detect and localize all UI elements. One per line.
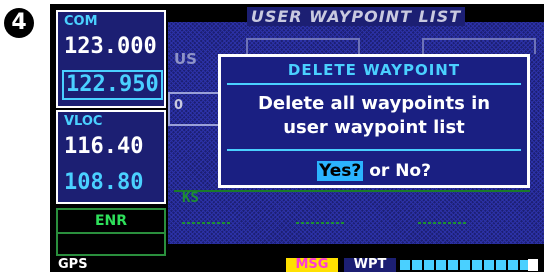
bg-field-frame — [246, 38, 360, 54]
com-label: COM — [64, 14, 98, 29]
list-empty-dash — [182, 222, 230, 224]
vloc-standby-frequency[interactable]: 108.80 — [64, 170, 143, 195]
status-bar: GPS MSG WPT — [50, 258, 544, 272]
com-active-frequency: 123.000 — [64, 34, 157, 59]
dialog-divider — [227, 149, 521, 151]
bg-field-frame — [422, 38, 536, 54]
msg-annunciator: MSG — [286, 258, 338, 272]
yes-button[interactable]: Yes? — [317, 161, 364, 181]
vloc-panel[interactable]: VLOC 116.40 108.80 — [56, 110, 166, 204]
vloc-label: VLOC — [64, 114, 103, 129]
dialog-actions: Yes? or No? — [221, 161, 527, 181]
gps-screen: USER WAYPOINT LIST US 0 KS COM 123.000 1… — [50, 4, 544, 272]
vloc-active-frequency: 116.40 — [64, 134, 144, 159]
page-position-indicator — [400, 260, 536, 270]
list-empty-dash — [418, 222, 466, 224]
no-button[interactable]: No? — [395, 161, 431, 181]
list-divider — [174, 190, 530, 192]
dialog-title: DELETE WAYPOINT — [287, 61, 461, 79]
annunciator-box — [56, 234, 166, 256]
delete-waypoint-dialog: DELETE WAYPOINT Delete all waypoints in … — [218, 54, 530, 188]
dialog-divider — [227, 83, 521, 85]
bg-label-fragment: US — [174, 50, 197, 68]
step-number-badge: 4 — [4, 8, 34, 38]
current-page-marker — [528, 259, 538, 271]
list-empty-dash — [296, 222, 344, 224]
com-standby-frequency[interactable]: 122.950 — [62, 70, 163, 100]
com-panel[interactable]: COM 123.000 122.950 — [56, 10, 166, 108]
bg-label-fragment: 0 — [174, 98, 184, 113]
enr-mode-indicator: ENR — [56, 208, 166, 234]
page-title: USER WAYPOINT LIST — [168, 7, 544, 26]
bg-list-fragment: KS — [182, 190, 199, 206]
wpt-page-group: WPT — [344, 258, 396, 272]
dialog-message-line-2: user waypoint list — [283, 117, 465, 138]
or-text: or — [363, 161, 396, 181]
dialog-message-line-1: Delete all waypoints in — [257, 93, 491, 114]
gps-mode-label: GPS — [58, 257, 88, 272]
